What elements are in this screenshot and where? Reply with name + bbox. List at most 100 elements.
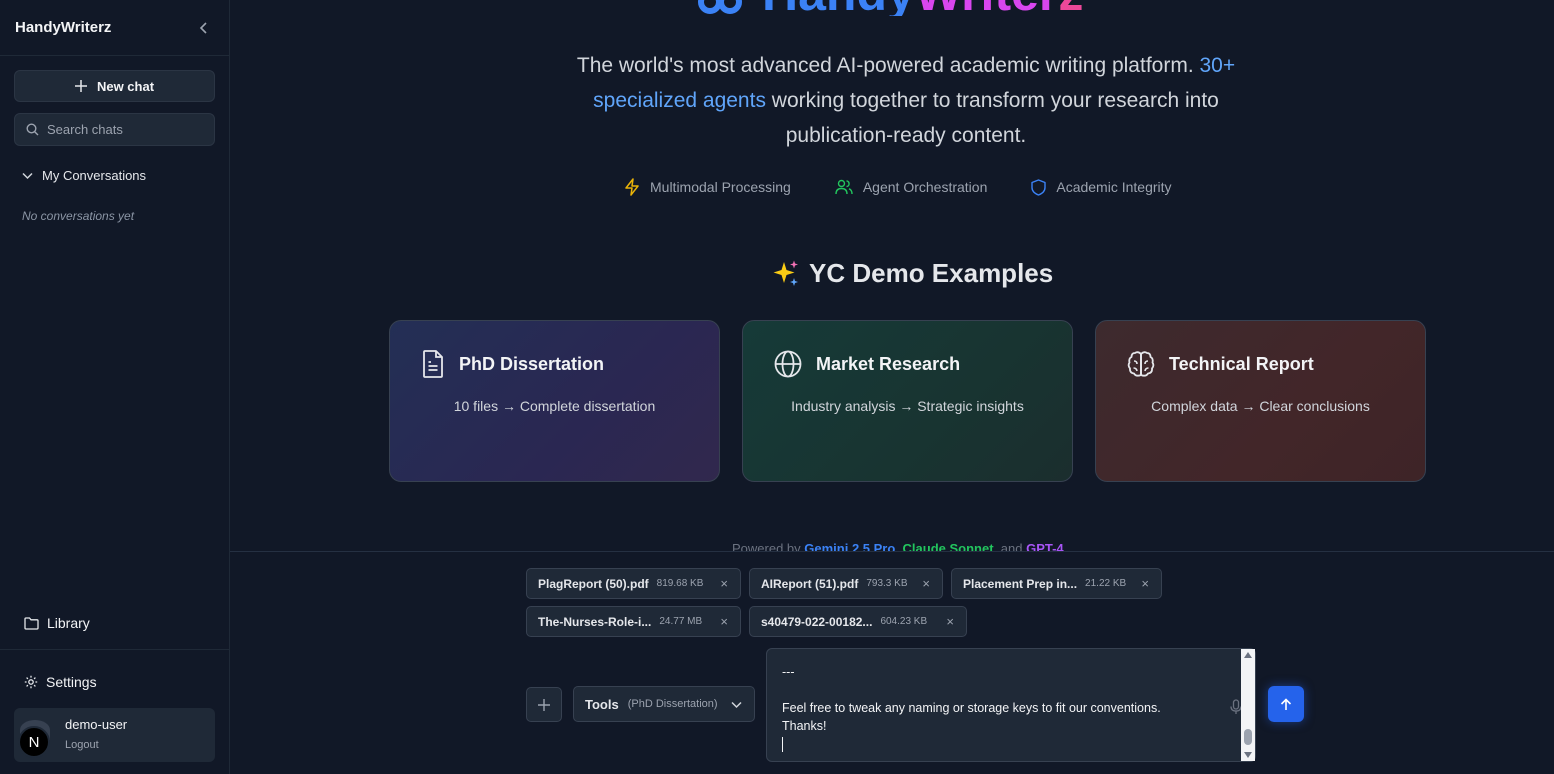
model-claude: Claude Sonnet [902,541,994,551]
search-icon [26,123,39,136]
sparkles-icon [773,260,798,286]
settings-link[interactable]: Settings [24,674,97,690]
message-input[interactable]: --- Feel free to tweak any naming or sto… [766,648,1256,762]
tagline-part-2: working together to transform your resea… [765,89,1219,147]
powered-sep-1: , [895,541,903,551]
sidebar-divider [0,649,229,650]
tools-label: Tools [585,696,619,712]
users-icon [835,179,853,195]
attachment-name: PlagReport (50).pdf [538,576,649,591]
chevron-down-icon [22,172,33,179]
shield-icon [1031,178,1047,196]
card-title: PhD Dissertation [459,353,605,374]
attachment-chip: PlagReport (50).pdf 819.68 KB × [526,568,741,599]
card-header: Technical Report [1127,350,1314,378]
logo-part-1: Handy [762,0,915,16]
remove-attachment-button[interactable]: × [1141,576,1149,591]
card-subtitle: Complex data → Clear conclusions [1151,398,1370,414]
collapse-sidebar-button[interactable] [195,19,213,37]
remove-attachment-button[interactable]: × [720,614,728,629]
feature-label: Multimodal Processing [650,179,791,195]
attachment-name: The-Nurses-Role-i... [538,614,652,629]
attachment-name: AIReport (51).pdf [761,576,859,591]
remove-attachment-button[interactable]: × [922,576,930,591]
attachment-size: 21.22 KB [1085,578,1127,589]
attachment-size: 24.77 MB [659,616,703,627]
scroll-thumb[interactable] [1244,729,1252,745]
feature-integrity: Academic Integrity [1031,178,1172,196]
gear-icon [24,675,38,689]
demo-section-title: YC Demo Examples [771,258,1053,289]
new-chat-button[interactable]: New chat [14,70,215,102]
hero-logo: HandyWriterz [696,0,1083,16]
feature-orchestration: Agent Orchestration [835,178,988,196]
attachment-size: 819.68 KB [656,578,704,589]
chevron-left-icon [199,21,207,34]
scroll-down-arrow[interactable] [1244,752,1252,758]
lightning-icon [625,178,639,196]
scroll-up-arrow[interactable] [1244,652,1252,658]
feature-label: Academic Integrity [1056,179,1172,195]
demo-card-market[interactable]: Market Research Industry analysis → Stra… [742,320,1073,482]
attachment-size: 604.23 KB [880,616,928,627]
demo-card-technical[interactable]: Technical Report Complex data → Clear co… [1095,320,1426,482]
folder-icon [24,616,39,630]
avatar: N [18,726,50,758]
composer-scrollbar[interactable] [1241,649,1255,761]
card-subtitle: Industry analysis → Strategic insights [791,398,1024,414]
tools-dropdown[interactable]: Tools (PhD Dissertation) [573,686,755,722]
globe-icon [774,350,802,378]
attachment-name: s40479-022-00182... [761,614,873,629]
powered-by: Powered by Gemini 2.5 Pro, Claude Sonnet… [732,541,1064,551]
card-subtitle: 10 files → Complete dissertation [453,398,656,414]
send-button[interactable] [1268,686,1304,722]
tagline-part-1: The world's most advanced AI-powered aca… [576,54,1200,77]
sidebar-header: HandyWriterz [0,0,229,56]
attachment-chip: Placement Prep in... 21.22 KB × [951,568,1162,599]
attachment-chip: s40479-022-00182... 604.23 KB × [749,606,967,637]
main-content: HandyWriterz The world's most advanced A… [230,0,1554,774]
add-attachment-button[interactable] [526,687,562,722]
new-chat-label: New chat [96,78,155,94]
plus-icon [74,80,87,92]
logout-button[interactable]: Logout [65,739,99,751]
feature-label: Agent Orchestration [862,179,988,195]
brain-icon [1127,351,1155,377]
message-content: --- Feel free to tweak any naming or sto… [782,665,1161,733]
logo-part-3: z [1058,0,1083,16]
conversations-header: My Conversations [42,168,147,183]
sidebar: HandyWriterz New chat My Conversations N… [0,0,230,774]
card-title: Technical Report [1169,353,1314,374]
conversations-toggle[interactable]: My Conversations [22,168,146,183]
arrow-up-icon [1280,697,1292,710]
hero-tagline: The world's most advanced AI-powered aca… [556,48,1256,153]
demo-title-text: YC Demo Examples [809,258,1054,288]
powered-prefix: Powered by [732,541,805,551]
model-gpt: GPT-4 [1026,541,1064,551]
model-gemini: Gemini 2.5 Pro [804,541,896,551]
user-name: demo-user [65,717,128,732]
attachment-name: Placement Prep in... [963,576,1078,591]
card-header: PhD Dissertation [421,350,604,378]
attachment-chip: AIReport (51).pdf 793.3 KB × [749,568,943,599]
tools-mode: (PhD Dissertation) [627,698,718,710]
demo-card-phd[interactable]: PhD Dissertation 10 files → Complete dis… [389,320,720,482]
settings-label: Settings [46,674,97,690]
conversations-empty: No conversations yet [22,209,135,223]
feature-list: Multimodal Processing Agent Orchestratio… [624,178,1172,196]
user-card[interactable]: N demo-user Logout [14,708,215,762]
powered-sep-2: , and [993,541,1027,551]
remove-attachment-button[interactable]: × [720,576,728,591]
message-text[interactable]: --- Feel free to tweak any naming or sto… [782,663,1161,753]
card-title: Market Research [816,353,961,374]
chevron-down-icon [731,701,742,709]
composer-panel: PlagReport (50).pdf 819.68 KB × AIReport… [230,551,1554,774]
feature-multimodal: Multimodal Processing [624,178,791,196]
logo-part-2: Writer [915,0,1059,16]
library-link[interactable]: Library [24,615,90,631]
library-label: Library [47,615,90,631]
search-input[interactable] [47,122,207,137]
logo-icon [698,0,742,14]
attachment-chip: The-Nurses-Role-i... 24.77 MB × [526,606,741,637]
remove-attachment-button[interactable]: × [946,614,954,629]
